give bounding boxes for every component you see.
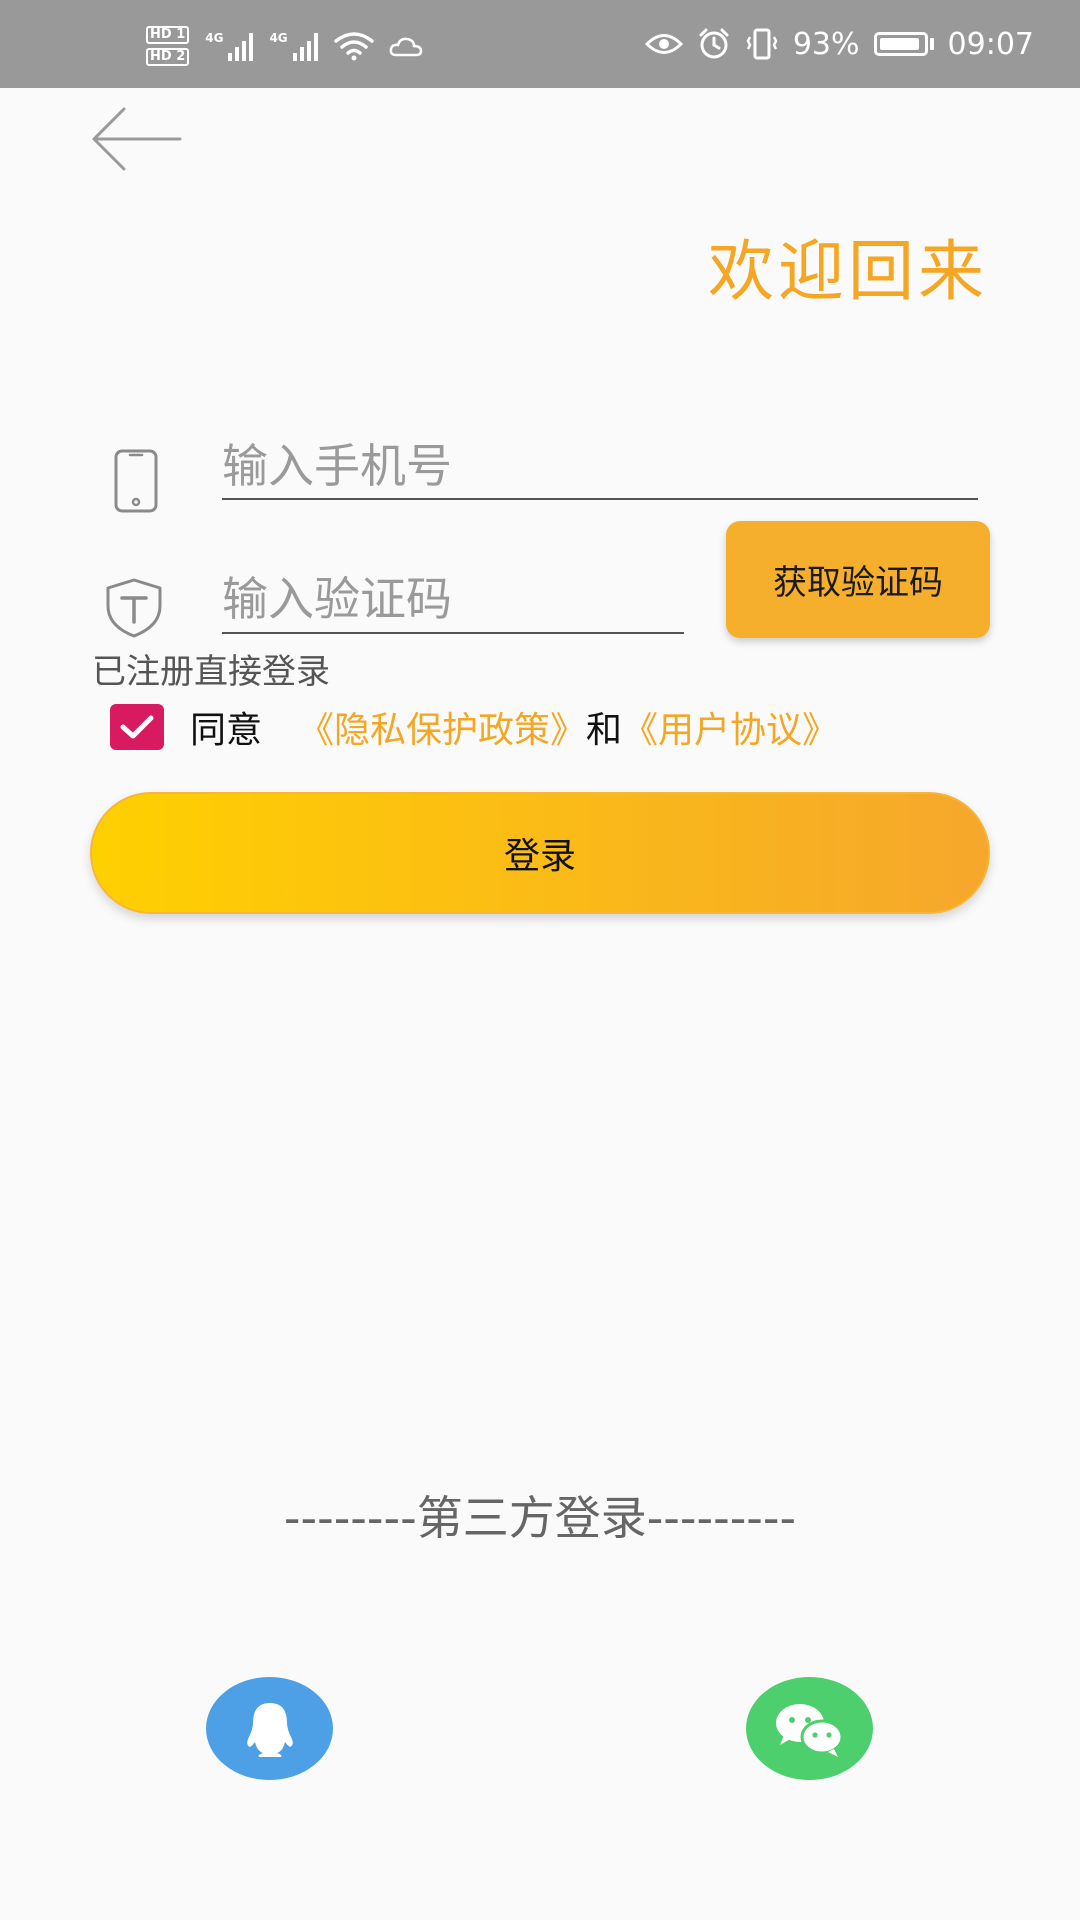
signal-icon: 4G bbox=[205, 31, 254, 61]
page-title: 欢迎回来 bbox=[708, 233, 988, 310]
phone-input[interactable] bbox=[222, 434, 978, 500]
agree-checkbox[interactable] bbox=[110, 704, 164, 750]
network2-label: 4G bbox=[269, 31, 288, 45]
agree-label: 同意 bbox=[190, 710, 263, 751]
sim1-label: HD 1 bbox=[146, 26, 190, 44]
vibrate-icon bbox=[746, 28, 778, 60]
status-bar: HD 1 HD 2 4G 4G 93% 09:07 bbox=[0, 0, 1080, 88]
privacy-policy-link[interactable]: 《隐私保护政策》 bbox=[298, 701, 586, 753]
clock-time: 09:07 bbox=[947, 26, 1034, 62]
direct-login-hint: 已注册直接登录 bbox=[92, 652, 330, 692]
shield-icon bbox=[106, 578, 162, 638]
agreement-row: 同意 《隐私保护政策》 和 《用户协议》 bbox=[110, 702, 838, 752]
wechat-icon bbox=[775, 1703, 843, 1757]
qq-login-button[interactable] bbox=[206, 1677, 333, 1780]
login-button[interactable]: 登录 bbox=[90, 792, 990, 914]
status-right: 93% 09:07 bbox=[644, 22, 1034, 66]
battery-percent: 93% bbox=[792, 26, 860, 62]
wechat-login-button[interactable] bbox=[746, 1677, 873, 1780]
status-left: HD 1 HD 2 4G 4G bbox=[146, 24, 424, 68]
wifi-icon bbox=[333, 32, 374, 61]
arrow-left-icon[interactable] bbox=[88, 104, 184, 174]
alarm-icon bbox=[699, 28, 729, 59]
sim-indicators: HD 1 HD 2 bbox=[146, 26, 190, 66]
user-agreement-link[interactable]: 《用户协议》 bbox=[622, 701, 838, 753]
sim2-label: HD 2 bbox=[146, 48, 190, 66]
cloud-icon bbox=[389, 37, 422, 57]
get-code-button[interactable]: 获取验证码 bbox=[726, 521, 990, 638]
qq-penguin-icon bbox=[246, 1702, 293, 1757]
phone-icon bbox=[114, 449, 158, 513]
signal-icon-2: 4G bbox=[269, 31, 318, 61]
third-party-login-label: --------第三方登录--------- bbox=[283, 1491, 797, 1545]
battery-icon bbox=[873, 32, 934, 56]
check-icon bbox=[120, 715, 154, 739]
verification-code-input[interactable] bbox=[222, 566, 684, 634]
eye-icon bbox=[644, 34, 683, 54]
network1-label: 4G bbox=[205, 31, 224, 45]
and-label: 和 bbox=[586, 710, 623, 751]
